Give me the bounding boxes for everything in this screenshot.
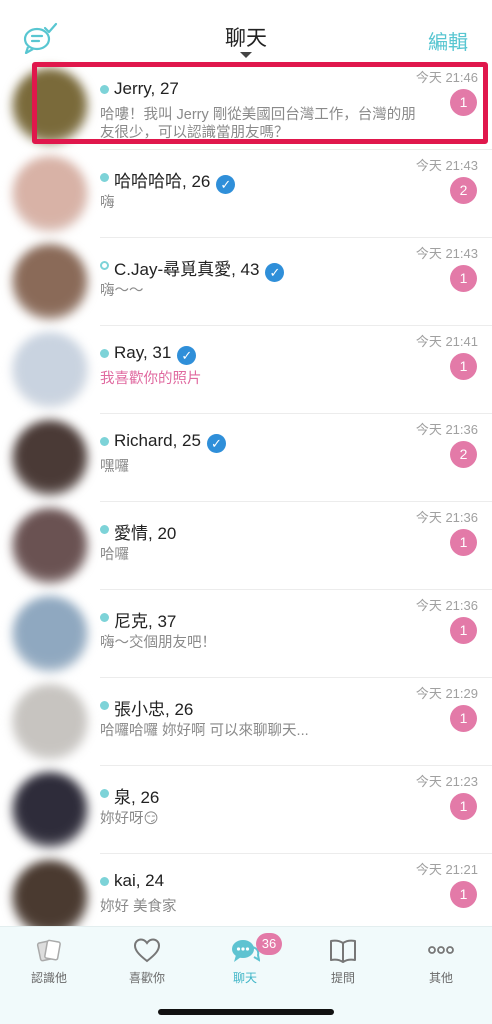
unread-count-badge: 1 xyxy=(450,617,477,644)
chat-last-message: 嗨～～ xyxy=(100,283,144,299)
chat-name-text: Richard, 25 xyxy=(114,431,201,450)
online-status-dot xyxy=(100,261,109,270)
chat-timestamp: 今天 21:23 xyxy=(415,774,478,789)
chat-last-message: 妳好呀😏 xyxy=(100,811,159,827)
chat-timestamp: 今天 21:41 xyxy=(415,334,478,349)
chat-bubbles-icon xyxy=(232,940,260,962)
chat-name: 哈哈哈哈, 26 ✓ xyxy=(114,167,236,194)
chat-row[interactable]: Richard, 25 ✓ 嘿囉 今天 21:36 2 xyxy=(0,414,492,502)
tab-label: 認識他 xyxy=(30,971,67,985)
tab-likes[interactable]: 喜歡你 xyxy=(98,935,196,986)
tab-label: 喜歡你 xyxy=(128,971,165,985)
online-status-dot xyxy=(100,437,109,446)
book-icon xyxy=(330,939,356,963)
chat-name: C.Jay-尋覓真愛, 43 ✓ xyxy=(114,255,285,282)
chat-name-text: 尼克, 37 xyxy=(114,612,177,631)
chat-timestamp: 今天 21:43 xyxy=(415,158,478,173)
chat-last-message: 嗨～交個朋友吧！ xyxy=(100,635,216,651)
chat-name-text: 愛情, 20 xyxy=(114,524,177,543)
chat-last-message: 嗨 xyxy=(100,195,115,211)
chat-name-text: 泉, 26 xyxy=(114,788,160,807)
more-dots-icon xyxy=(428,946,454,954)
online-status-dot xyxy=(100,525,109,534)
selection-highlight xyxy=(32,62,488,144)
avatar[interactable] xyxy=(12,156,88,232)
online-status-dot xyxy=(100,877,109,886)
chat-name-text: kai, 24 xyxy=(114,871,165,890)
unread-count-badge: 2 xyxy=(450,441,477,468)
chat-row[interactable]: Ray, 31 ✓ 我喜歡你的照片 今天 21:41 1 xyxy=(0,326,492,414)
tab-label: 提問 xyxy=(330,971,355,985)
tab-chat[interactable]: 聊天 36 xyxy=(196,933,294,986)
avatar[interactable] xyxy=(12,332,88,408)
avatar[interactable] xyxy=(12,508,88,584)
avatar[interactable] xyxy=(12,772,88,848)
chat-row[interactable]: 尼克, 37 嗨～交個朋友吧！ 今天 21:36 1 xyxy=(0,590,492,678)
unread-count-badge: 1 xyxy=(450,353,477,380)
chat-timestamp: 今天 21:36 xyxy=(415,422,478,437)
cards-icon xyxy=(36,939,61,962)
tab-label: 聊天 xyxy=(232,971,257,985)
page-title[interactable]: 聊天 xyxy=(0,22,492,52)
chat-name: 張小忠, 26 xyxy=(114,695,193,720)
unread-count-badge: 1 xyxy=(450,265,477,292)
chat-name: 尼克, 37 xyxy=(114,607,176,632)
chevron-down-icon[interactable] xyxy=(240,52,252,58)
chat-timestamp: 今天 21:29 xyxy=(415,686,478,701)
top-header: 聊天 編輯 xyxy=(0,0,492,66)
chat-row[interactable]: 愛情, 20 哈囉 今天 21:36 1 xyxy=(0,502,492,590)
online-status-dot xyxy=(100,613,109,622)
unread-total-badge: 36 xyxy=(256,933,282,955)
chat-row[interactable]: 張小忠, 26 哈囉哈囉 妳好啊 可以來聊聊天... 今天 21:29 1 xyxy=(0,678,492,766)
chat-row[interactable]: C.Jay-尋覓真愛, 43 ✓ 嗨～～ 今天 21:43 1 xyxy=(0,238,492,326)
unread-count-badge: 2 xyxy=(450,177,477,204)
avatar[interactable] xyxy=(12,420,88,496)
avatar[interactable] xyxy=(12,244,88,320)
chat-timestamp: 今天 21:43 xyxy=(415,246,478,261)
tab-more[interactable]: 其他 xyxy=(392,935,490,986)
tab-questions[interactable]: 提問 xyxy=(294,935,392,986)
tab-label: 其他 xyxy=(428,971,453,985)
online-status-dot xyxy=(100,789,109,798)
chat-last-message: 妳好 美食家 xyxy=(100,899,177,915)
online-status-dot xyxy=(100,701,109,710)
verified-check-icon: ✓ xyxy=(177,346,197,365)
chat-last-message: 我喜歡你的照片 xyxy=(100,371,202,387)
chat-name: 泉, 26 xyxy=(114,783,159,808)
unread-count-badge: 1 xyxy=(450,529,477,556)
chat-name-text: 哈哈哈哈, 26 xyxy=(114,172,211,191)
home-indicator xyxy=(158,1009,334,1015)
unread-count-badge: 1 xyxy=(450,881,477,908)
heart-icon xyxy=(133,938,161,963)
chat-timestamp: 今天 21:36 xyxy=(415,510,478,525)
verified-check-icon: ✓ xyxy=(206,434,226,453)
avatar[interactable] xyxy=(12,684,88,760)
tab-discover[interactable]: 認識他 xyxy=(0,935,98,986)
chat-timestamp: 今天 21:21 xyxy=(415,862,478,877)
avatar[interactable] xyxy=(12,860,88,936)
chat-row[interactable]: 哈哈哈哈, 26 ✓ 嗨 今天 21:43 2 xyxy=(0,150,492,238)
chat-timestamp: 今天 21:36 xyxy=(415,598,478,613)
chat-last-message: 哈囉哈囉 妳好啊 可以來聊聊天... xyxy=(100,723,309,739)
chat-name: kai, 24 xyxy=(114,871,164,891)
verified-check-icon: ✓ xyxy=(265,263,285,282)
chat-row[interactable]: 泉, 26 妳好呀😏 今天 21:23 1 xyxy=(0,766,492,854)
chat-last-message: 哈囉 xyxy=(100,547,129,563)
chat-name-text: 張小忠, 26 xyxy=(114,700,194,719)
chat-last-message: 嘿囉 xyxy=(100,459,129,475)
online-status-dot xyxy=(100,349,109,358)
online-status-dot xyxy=(100,173,109,182)
chat-name: Richard, 25 ✓ xyxy=(114,431,226,453)
chat-name-text: C.Jay-尋覓真愛, 43 xyxy=(114,260,260,279)
verified-check-icon: ✓ xyxy=(216,175,236,194)
chat-name: 愛情, 20 xyxy=(114,519,176,544)
unread-count-badge: 1 xyxy=(450,793,477,820)
avatar[interactable] xyxy=(12,596,88,672)
unread-count-badge: 1 xyxy=(450,705,477,732)
chat-name: Ray, 31 ✓ xyxy=(114,343,197,365)
chat-name-text: Ray, 31 xyxy=(114,343,172,362)
edit-button[interactable]: 編輯 xyxy=(428,26,468,55)
